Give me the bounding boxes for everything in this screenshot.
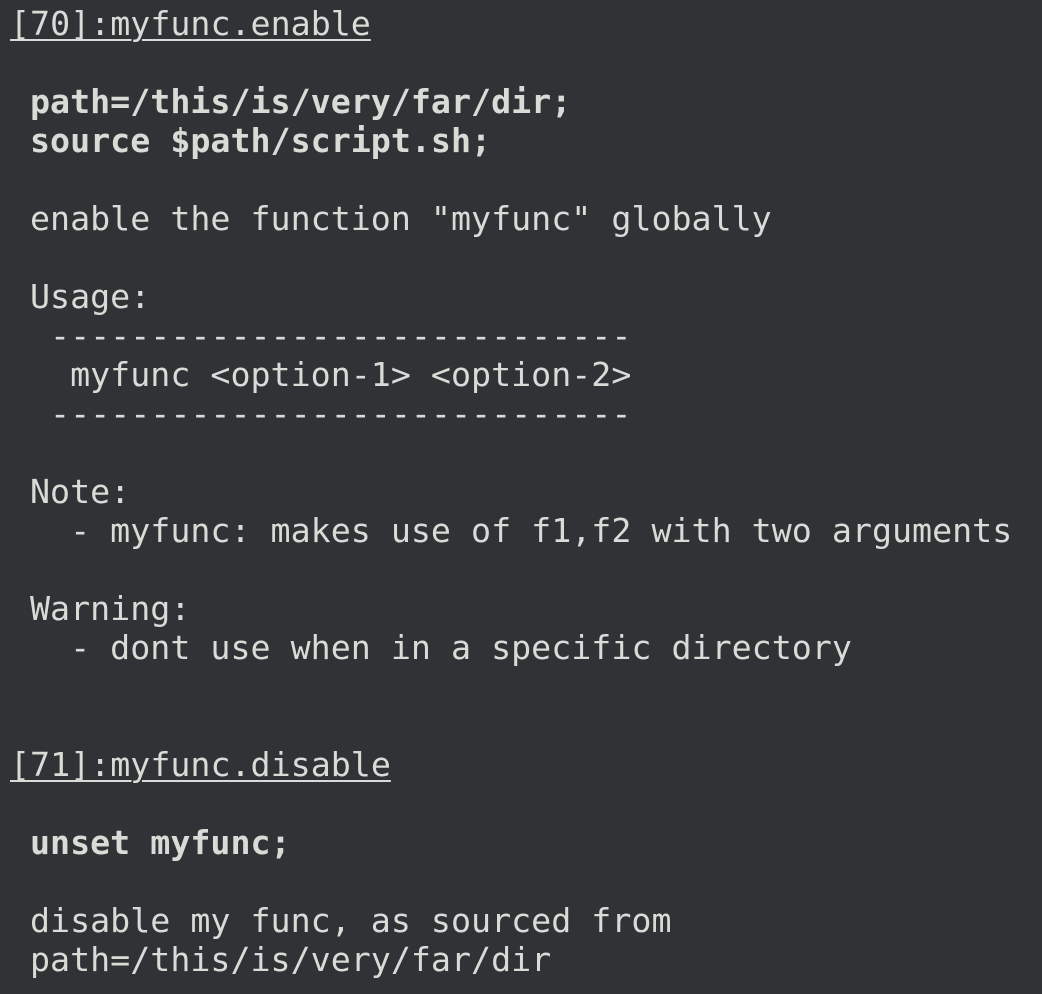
warning-item: - dont use when in a specific directory [30, 628, 852, 667]
entry-title-myfunc-disable[interactable]: [71]:myfunc.disable [0, 745, 1042, 784]
description-text: enable the function "myfunc" globally [30, 199, 772, 238]
note-item: - myfunc: makes use of f1,f2 with two ar… [30, 511, 1013, 550]
usage-text: myfunc <option-1> <option-2> [30, 355, 632, 394]
usage-label: Usage: [30, 277, 151, 316]
warning-label: Warning: [30, 589, 191, 628]
description-text: path=/this/is/very/far/dir [30, 940, 552, 979]
command-line: source $path/script.sh; [30, 121, 492, 160]
command-line: path=/this/is/very/far/dir; [30, 82, 572, 121]
terminal-output: [70]:myfunc.enable path=/this/is/very/fa… [0, 0, 1042, 994]
command-line: unset myfunc; [30, 823, 291, 862]
usage-rule-top: ----------------------------- [30, 316, 632, 355]
description-text: disable my func, as sourced from [30, 901, 672, 940]
entry-title-myfunc-enable[interactable]: [70]:myfunc.enable [0, 4, 1042, 43]
note-label: Note: [30, 472, 131, 511]
usage-rule-bottom: ----------------------------- [30, 394, 632, 433]
